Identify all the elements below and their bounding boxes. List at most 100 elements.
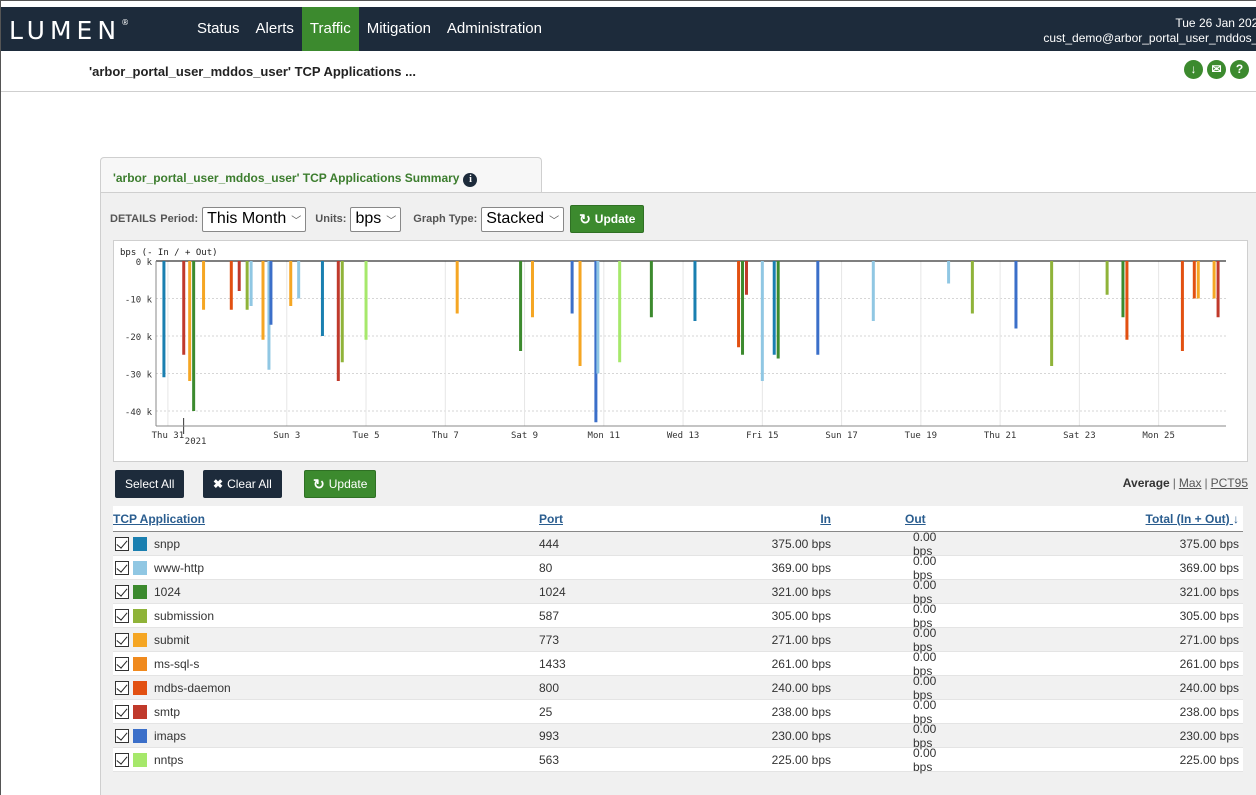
app-cell: smtp [113,704,539,719]
traffic-bar [1014,261,1018,329]
app-name: www-http [154,560,205,575]
traffic-bar [1121,261,1125,318]
table-row[interactable]: ms-sql-s 1433 261.00 bps 0.00 bps 261.00 bps [113,650,1243,678]
traffic-bar [1196,261,1200,299]
col-tcp-application[interactable]: TCP Application [113,512,539,526]
in-cell: 238.00 bps [719,705,831,719]
table-row[interactable]: 1024 1024 321.00 bps 0.00 bps 321.00 bps [113,578,1243,606]
help-icon[interactable]: ? [1230,60,1249,79]
traffic-bar [596,261,600,374]
app-name: mdbs-daemon [154,680,231,695]
in-cell: 225.00 bps [719,753,831,767]
color-swatch [133,608,147,623]
download-icon[interactable]: ↓ [1184,60,1203,79]
y-axis-label: bps (- In / + Out) [120,248,218,258]
traffic-bar [336,261,340,381]
nav-alerts[interactable]: Alerts [248,7,302,51]
row-checkbox[interactable] [115,536,129,551]
app-cell: mdbs-daemon [113,680,539,695]
table-update-button[interactable]: ↻ Update [304,470,377,498]
select-all-button[interactable]: Select All [115,470,185,498]
period-select[interactable]: This Month ﹀ [202,206,307,232]
agg-max[interactable]: Max [1179,476,1202,490]
port-value: 563 [539,752,560,767]
row-checkbox[interactable] [115,752,129,767]
email-icon[interactable]: ✉ [1207,60,1226,79]
col-total-label: Total (In + Out) [1145,511,1230,526]
top-navbar: LUMEN® Status Alerts Traffic Mitigation … [1,7,1256,51]
current-date: Tue 26 Jan 2021 [1175,16,1256,30]
graph-type-select[interactable]: Stacked ﹀ [481,206,565,232]
table-row[interactable]: smtp 25 238.00 bps 0.00 bps 238.00 bps [113,698,1243,726]
row-checkbox[interactable] [115,560,129,575]
logo-text: LUMEN [9,16,122,45]
port-cell: 773 [539,633,719,647]
table-row[interactable]: snpp 444 375.00 bps 0.00 bps 375.00 bps [113,530,1243,558]
clear-all-button[interactable]: ✖ Clear All [203,470,282,498]
nav-traffic[interactable]: Traffic [301,7,359,51]
table-row[interactable]: submit 773 271.00 bps 0.00 bps 271.00 bps [113,626,1243,654]
row-checkbox[interactable] [115,632,129,647]
agg-average[interactable]: Average [1123,476,1170,490]
units-select[interactable]: bps ﹀ [350,206,402,232]
user-account[interactable]: cust_demo@arbor_portal_user_mddos_u [1043,31,1256,46]
in-value: 261.00 bps [771,656,831,671]
traffic-bar [1180,261,1184,351]
table-row[interactable]: mdbs-daemon 800 240.00 bps 0.00 bps 240.00 b… [113,674,1243,702]
in-value: 230.00 bps [771,728,831,743]
row-checkbox[interactable] [115,704,129,719]
col-port[interactable]: Port [539,512,719,526]
table-row[interactable]: www-http 80 369.00 bps 0.00 bps 369.00 bps [113,554,1243,582]
color-swatch [133,680,147,695]
row-checkbox[interactable] [115,584,129,599]
total-value: 225.00 bps [1179,752,1239,767]
row-checkbox[interactable] [115,728,129,743]
table-row[interactable]: imaps 993 230.00 bps 0.00 bps 230.00 bps [113,722,1243,750]
in-cell: 369.00 bps [719,561,831,575]
app-name: snpp [154,536,181,551]
app-cell: snpp [113,536,539,551]
traffic-bar [570,261,574,314]
row-checkbox[interactable] [115,656,129,671]
traffic-bar [249,261,253,306]
chevron-down-icon: ﹀ [386,215,397,227]
period-label: Period: [160,213,199,225]
in-cell: 321.00 bps [719,585,831,599]
agg-pct95[interactable]: PCT95 [1211,476,1248,490]
color-swatch [133,584,147,599]
in-cell: 240.00 bps [719,681,831,695]
table-row[interactable]: submission 587 305.00 bps 0.00 bps 305.00 bp… [113,602,1243,630]
arrow-down-icon: ↓ [1233,511,1239,526]
period-value: This Month [207,210,287,227]
x-tick-label: Thu 21 [984,431,1017,441]
traffic-bar [741,261,745,355]
lumen-logo[interactable]: LUMEN® [9,16,129,45]
color-swatch [133,560,147,575]
traffic-bar [237,261,241,291]
app-window: LUMEN® Status Alerts Traffic Mitigation … [0,0,1256,795]
nav-status[interactable]: Status [189,7,248,51]
app-cell: imaps [113,728,539,743]
table-row[interactable]: nntps 563 225.00 bps 0.00 bps 225.00 bps [113,746,1243,774]
info-icon[interactable]: i [463,173,478,187]
page-title-bar: 'arbor_portal_user_mddos_user' TCP Appli… [1,51,1256,92]
x-tick-label: 2021 [185,437,207,447]
nav-administration[interactable]: Administration [439,7,550,51]
col-total[interactable]: Total (In + Out) ↓ [935,512,1243,526]
graph-type-value: Stacked [486,210,545,227]
row-checkbox[interactable] [115,680,129,695]
x-tick-label: Mon 11 [588,431,621,441]
panel-tab[interactable]: 'arbor_portal_user_mddos_user' TCP Appli… [100,157,542,193]
col-out[interactable]: Out [831,512,935,526]
port-cell: 80 [539,561,719,575]
traffic-bar [320,261,324,336]
nav-mitigation[interactable]: Mitigation [359,7,439,51]
traffic-bar [1050,261,1054,366]
in-value: 305.00 bps [771,608,831,623]
x-tick-label: Sun 17 [825,431,858,441]
graph-update-button[interactable]: ↻ Update [570,205,645,233]
total-value: 321.00 bps [1179,584,1239,599]
col-in[interactable]: In [719,512,831,526]
row-checkbox[interactable] [115,608,129,623]
port-cell: 1024 [539,585,719,599]
